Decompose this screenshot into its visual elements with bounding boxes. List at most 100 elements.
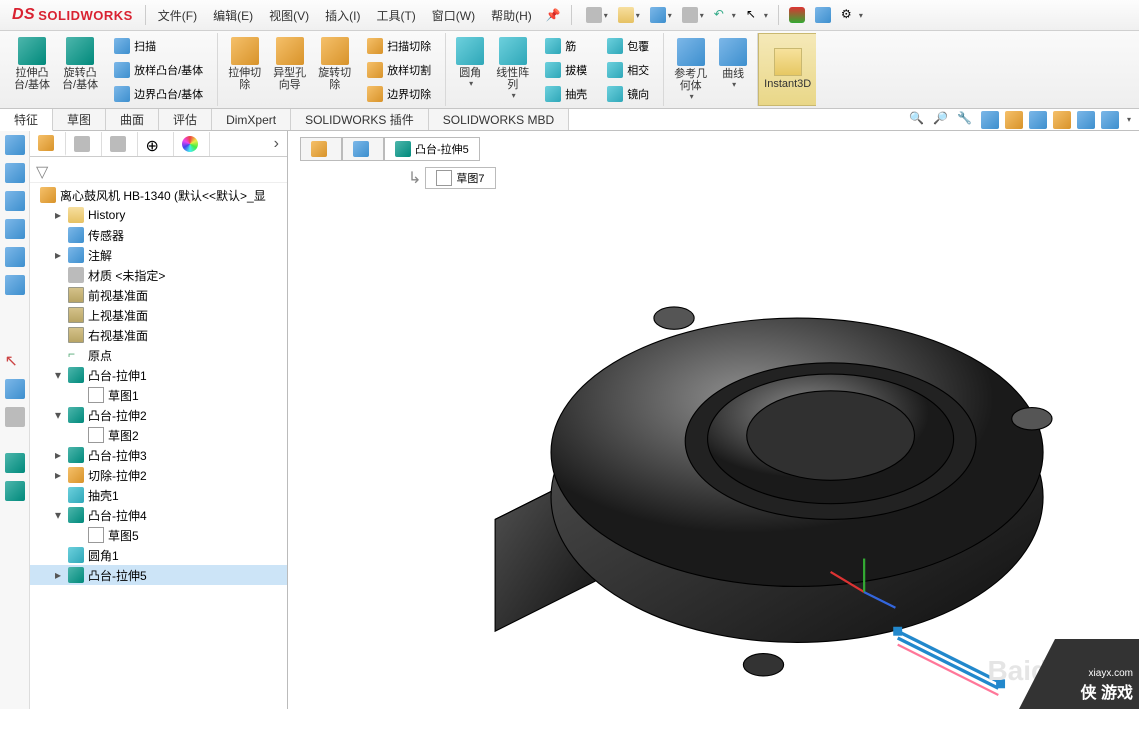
zoom-area-icon[interactable]: 🔎 [933, 111, 951, 129]
tree-front-plane[interactable]: 前视基准面 [30, 285, 287, 305]
rail-forum-icon[interactable] [5, 379, 25, 399]
tree-top-plane[interactable]: 上视基准面 [30, 305, 287, 325]
extrude-boss-button[interactable]: 拉伸凸 台/基体 [10, 35, 54, 105]
revolve-boss-button[interactable]: 旋转凸 台/基体 [58, 35, 102, 105]
save-button[interactable]: ▾ [646, 5, 676, 25]
tab-evaluate[interactable]: 评估 [159, 109, 212, 130]
edit-appearance-icon[interactable] [1053, 111, 1071, 129]
boundary-boss-button[interactable]: 边界凸台/基体 [110, 83, 207, 105]
feature-manager-tab[interactable] [30, 132, 66, 156]
menu-view[interactable]: 视图(V) [261, 0, 317, 30]
tree-shell1[interactable]: 抽壳1 [30, 485, 287, 505]
rib-button[interactable]: 筋 [541, 35, 591, 57]
select-button[interactable]: ↖▾ [742, 5, 772, 25]
loft-boss-button[interactable]: 放样凸台/基体 [110, 59, 207, 81]
property-manager-tab[interactable] [66, 132, 102, 156]
tree-fillet1[interactable]: 圆角1 [30, 545, 287, 565]
graphics-area[interactable]: 凸台-拉伸5 ↳ 草图7 [288, 131, 1139, 709]
tree-root[interactable]: 离心鼓风机 HB-1340 (默认<<默认>_显 [30, 185, 287, 205]
menu-help[interactable]: 帮助(H) [483, 0, 540, 30]
tree-sketch2[interactable]: 草图2 [30, 425, 287, 445]
wrap-button[interactable]: 包覆 [603, 35, 653, 57]
tree-cut-extrude2[interactable]: ▸切除-拉伸2 [30, 465, 287, 485]
tab-dimxpert[interactable]: DimXpert [212, 109, 291, 130]
tree-boss-extrude2[interactable]: ▾凸台-拉伸2 [30, 405, 287, 425]
rail-config-icon[interactable] [5, 481, 25, 501]
menu-edit[interactable]: 编辑(E) [205, 0, 261, 30]
revolve-cut-button[interactable]: 旋转切 除 [314, 35, 355, 105]
rail-custom-props-icon[interactable] [5, 275, 25, 295]
menu-tools[interactable]: 工具(T) [368, 0, 423, 30]
zoom-fit-icon[interactable]: 🔍 [909, 111, 927, 129]
options-button[interactable] [811, 5, 835, 25]
bc-part[interactable] [300, 137, 342, 161]
rail-monitor-icon[interactable] [5, 407, 25, 427]
tree-boss-extrude5[interactable]: ▸凸台-拉伸5 [30, 565, 287, 585]
hide-show-icon[interactable] [1029, 111, 1047, 129]
extrude-cut-button[interactable]: 拉伸切 除 [224, 35, 265, 105]
draft-button[interactable]: 拔模 [541, 59, 591, 81]
prev-view-icon[interactable]: 🔧 [957, 111, 975, 129]
display-style-icon[interactable] [1005, 111, 1023, 129]
filter-icon[interactable]: ▽ [36, 162, 52, 178]
tree-sensors[interactable]: 传感器 [30, 225, 287, 245]
menu-file[interactable]: 文件(F) [150, 0, 205, 30]
rail-layers-icon[interactable] [5, 453, 25, 473]
bc-feature[interactable]: 凸台-拉伸5 [384, 137, 480, 161]
intersect-button[interactable]: 相交 [603, 59, 653, 81]
boundary-cut-icon [367, 86, 383, 102]
tab-feature[interactable]: 特征 [0, 109, 53, 131]
boundary-cut-button[interactable]: 边界切除 [363, 83, 435, 105]
hole-wizard-button[interactable]: 异型孔 向导 [269, 35, 310, 105]
section-view-icon[interactable] [981, 111, 999, 129]
view-settings-icon[interactable] [1101, 111, 1119, 129]
tab-mbd[interactable]: SOLIDWORKS MBD [429, 109, 569, 130]
instant3d-button[interactable]: Instant3D [760, 46, 815, 92]
tree-material[interactable]: 材质 <未指定> [30, 265, 287, 285]
pin-icon[interactable]: 📌 [546, 8, 561, 22]
tree-origin[interactable]: ⌐原点 [30, 345, 287, 365]
rail-design-library-icon[interactable] [5, 163, 25, 183]
settings-button[interactable]: ⚙▾ [837, 5, 867, 25]
rail-file-explorer-icon[interactable] [5, 191, 25, 211]
tab-plugins[interactable]: SOLIDWORKS 插件 [291, 109, 429, 130]
tab-surface[interactable]: 曲面 [106, 109, 159, 130]
tree-right-plane[interactable]: 右视基准面 [30, 325, 287, 345]
loft-cut-button[interactable]: 放样切割 [363, 59, 435, 81]
extrude-boss-icon [18, 37, 46, 65]
tree-boss-extrude1[interactable]: ▾凸台-拉伸1 [30, 365, 287, 385]
config-manager-tab[interactable] [102, 132, 138, 156]
menu-insert[interactable]: 插入(I) [317, 0, 368, 30]
curves-button[interactable]: 曲线▾ [715, 36, 751, 103]
rebuild-button[interactable] [785, 5, 809, 25]
sweep-button[interactable]: 扫描 [110, 35, 207, 57]
tab-sketch[interactable]: 草图 [53, 109, 106, 130]
tree-boss-extrude3[interactable]: ▸凸台-拉伸3 [30, 445, 287, 465]
sweep-cut-button[interactable]: 扫描切除 [363, 35, 435, 57]
dimxpert-manager-tab[interactable]: ⊕ [138, 132, 174, 156]
rail-cursor-icon[interactable]: ↖ [5, 351, 25, 371]
shell-button[interactable]: 抽壳 [541, 83, 591, 105]
tree-boss-extrude4[interactable]: ▾凸台-拉伸4 [30, 505, 287, 525]
tree-expand-button[interactable]: › [266, 135, 287, 153]
rail-view-palette-icon[interactable] [5, 219, 25, 239]
tree-sketch1[interactable]: 草图1 [30, 385, 287, 405]
tree-annotations[interactable]: ▸注解 [30, 245, 287, 265]
bc-sketch[interactable]: 草图7 [425, 167, 495, 189]
linear-pattern-button[interactable]: 线性阵 列▾ [492, 35, 533, 105]
tree-sketch5[interactable]: 草图5 [30, 525, 287, 545]
open-button[interactable]: ▾ [614, 5, 644, 25]
rail-resources-icon[interactable] [5, 135, 25, 155]
apply-scene-icon[interactable] [1077, 111, 1095, 129]
menu-window[interactable]: 窗口(W) [424, 0, 483, 30]
new-button[interactable]: ▾ [582, 5, 612, 25]
tree-history[interactable]: ▸History [30, 205, 287, 225]
ref-geometry-button[interactable]: 参考几 何体▾ [670, 36, 711, 103]
mirror-button[interactable]: 镜向 [603, 83, 653, 105]
print-button[interactable]: ▾ [678, 5, 708, 25]
fillet-button[interactable]: 圆角▾ [452, 35, 488, 105]
undo-button[interactable]: ↶▾ [710, 5, 740, 25]
rail-appearances-icon[interactable] [5, 247, 25, 267]
bc-body[interactable] [342, 137, 384, 161]
display-manager-tab[interactable] [174, 132, 210, 156]
